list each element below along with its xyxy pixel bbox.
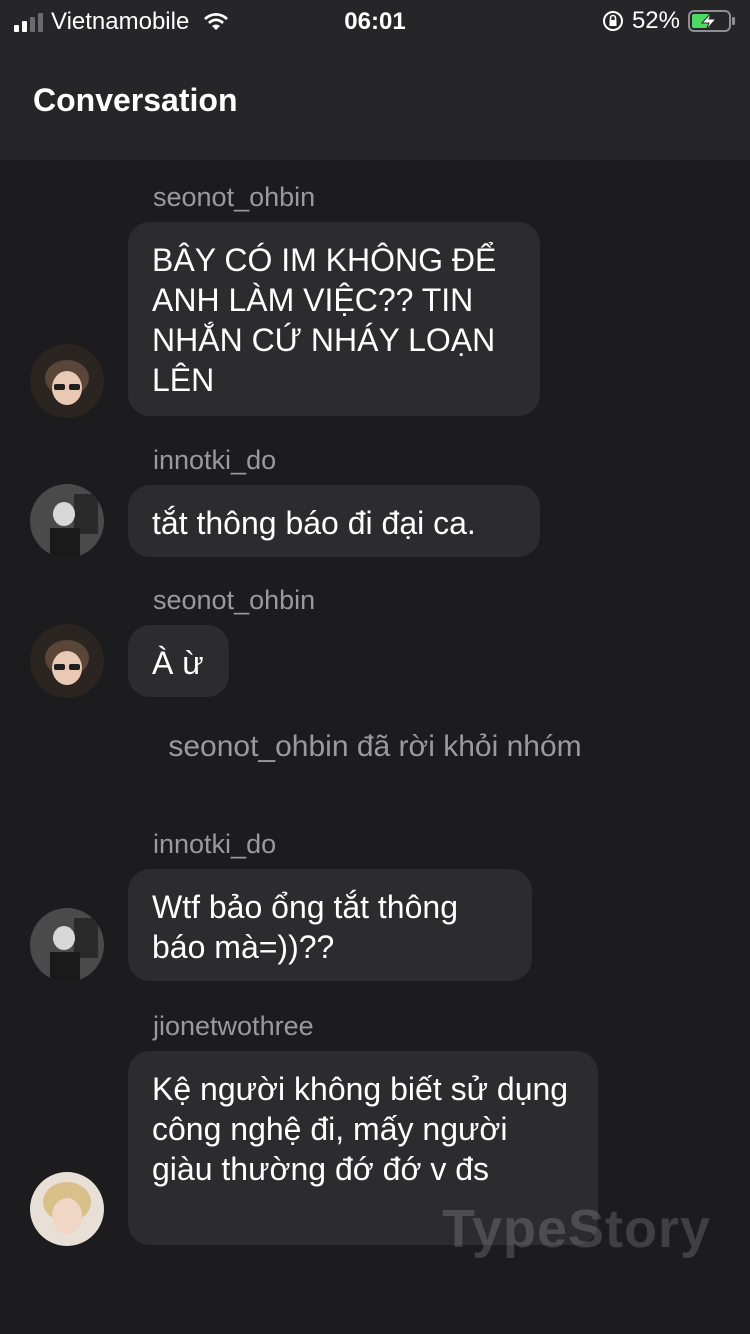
avatar[interactable]: [30, 344, 104, 418]
system-message: seonot_ohbin đã rời khỏi nhóm: [168, 730, 582, 763]
message-sender: seonot_ohbin: [153, 182, 316, 212]
avatar-photo-icon: [30, 344, 104, 418]
avatar-photo-icon: [30, 624, 104, 698]
message-sender: jionetwothree: [153, 1011, 314, 1041]
orientation-lock-icon: [602, 11, 623, 31]
status-bar: Vietnamobile 06:01 52%: [0, 0, 750, 42]
avatar-photo-icon: [30, 908, 104, 982]
avatar-photo-icon: [30, 484, 104, 558]
message-sender: innotki_do: [153, 445, 277, 475]
message-sender: innotki_do: [153, 829, 277, 859]
message-bubble[interactable]: tắt thông báo đi đại ca.: [128, 485, 540, 557]
avatar[interactable]: [30, 484, 104, 558]
avatar-photo-icon: [30, 1172, 104, 1246]
avatar[interactable]: [30, 908, 104, 982]
conversation-header: Conversation: [0, 42, 750, 160]
avatar[interactable]: [30, 1172, 104, 1246]
battery-percent: 52%: [631, 7, 680, 34]
watermark: TypeStory: [442, 1199, 712, 1259]
message-bubble[interactable]: Wtf bảo ổng tắt thông báo mà=))??: [128, 869, 532, 981]
page-title: Conversation: [33, 82, 238, 118]
avatar[interactable]: [30, 624, 104, 698]
message-bubble[interactable]: BÂY CÓ IM KHÔNG ĐỂ ANH LÀM VIỆC?? TIN NH…: [128, 222, 540, 416]
message-bubble[interactable]: À ừ: [128, 625, 229, 697]
battery-charging-icon: [688, 10, 735, 32]
message-sender: seonot_ohbin: [153, 585, 316, 615]
